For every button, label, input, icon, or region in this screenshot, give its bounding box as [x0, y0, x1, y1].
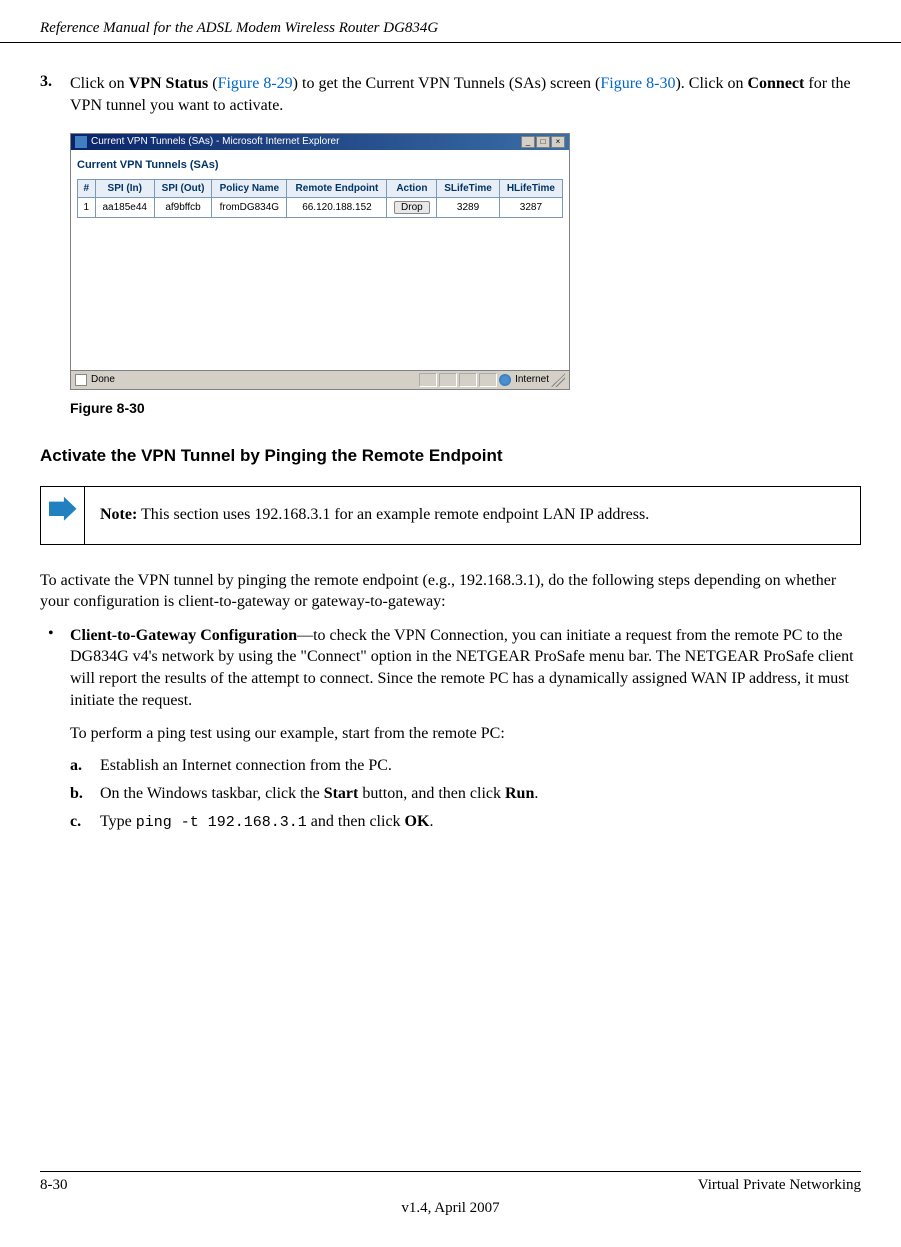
ping-command: ping -t 192.168.3.1 [136, 814, 307, 831]
substep-b: b. On the Windows taskbar, click the Sta… [70, 785, 861, 803]
col-policy: Policy Name [212, 179, 287, 197]
status-segment [439, 373, 457, 387]
body-paragraph: To activate the VPN tunnel by pinging th… [40, 570, 861, 613]
bullet-mark: • [40, 625, 70, 711]
status-done: Done [91, 374, 115, 385]
cell-spi-in: aa185e44 [95, 197, 154, 217]
table-row: 1 aa185e44 af9bffcb fromDG834G 66.120.18… [78, 197, 563, 217]
drop-button[interactable]: Drop [394, 201, 430, 214]
col-spi-out: SPI (Out) [154, 179, 211, 197]
step-3: 3. Click on VPN Status (Figure 8-29) to … [40, 73, 861, 118]
note-icon-cell [41, 487, 85, 544]
globe-icon [499, 374, 511, 386]
status-segment [459, 373, 477, 387]
config-label: Client-to-Gateway Configuration [70, 627, 297, 644]
figure-8-30-link[interactable]: Figure 8-30 [600, 75, 675, 92]
page-icon [75, 374, 87, 386]
start-label: Start [324, 785, 359, 802]
maximize-button[interactable]: □ [536, 136, 550, 148]
substep-text: On the Windows taskbar, click the Start … [100, 785, 538, 803]
status-segment [419, 373, 437, 387]
substep-label: a. [70, 757, 100, 775]
ie-window: Current VPN Tunnels (SAs) - Microsoft In… [70, 133, 570, 390]
substep-text: Establish an Internet connection from th… [100, 757, 392, 775]
figure-caption: Figure 8-30 [70, 400, 861, 416]
cell-action: Drop [387, 197, 437, 217]
col-spi-in: SPI (In) [95, 179, 154, 197]
sub-paragraph: To perform a ping test using our example… [70, 723, 861, 745]
page-footer: 8-30 Virtual Private Networking v1.4, Ap… [40, 1171, 861, 1217]
note-text: Note: This section uses 192.168.3.1 for … [85, 487, 664, 544]
page-content: 3. Click on VPN Status (Figure 8-29) to … [0, 43, 901, 831]
minimize-button[interactable]: _ [521, 136, 535, 148]
table-header-row: # SPI (In) SPI (Out) Policy Name Remote … [78, 179, 563, 197]
cell-hlife: 3287 [499, 197, 562, 217]
substep-text: Type ping -t 192.168.3.1 and then click … [100, 813, 433, 831]
status-segment [479, 373, 497, 387]
vpn-tunnels-table: # SPI (In) SPI (Out) Policy Name Remote … [77, 179, 563, 218]
step-text: Click on VPN Status (Figure 8-29) to get… [70, 73, 861, 118]
window-title: Current VPN Tunnels (SAs) - Microsoft In… [91, 136, 339, 147]
col-action: Action [387, 179, 437, 197]
section-heading: Activate the VPN Tunnel by Pinging the R… [40, 446, 861, 466]
cell-num: 1 [78, 197, 96, 217]
status-internet: Internet [515, 374, 549, 385]
section-name: Virtual Private Networking [698, 1177, 861, 1194]
cell-endpoint: 66.120.188.152 [287, 197, 387, 217]
ie-icon [75, 136, 87, 148]
ok-label: OK [405, 813, 430, 830]
cell-spi-out: af9bffcb [154, 197, 211, 217]
col-endpoint: Remote Endpoint [287, 179, 387, 197]
page-number: 8-30 [40, 1177, 68, 1194]
note-label: Note: [100, 506, 137, 523]
cell-slife: 3289 [437, 197, 500, 217]
figure-8-29-link[interactable]: Figure 8-29 [218, 75, 293, 92]
cell-policy: fromDG834G [212, 197, 287, 217]
arrow-icon [49, 497, 77, 521]
version-text: v1.4, April 2007 [40, 1200, 861, 1217]
figure-8-30-image: Current VPN Tunnels (SAs) - Microsoft In… [70, 133, 861, 390]
bullet-text: Client-to-Gateway Configuration—to check… [70, 625, 861, 711]
ie-statusbar: Done Internet [71, 370, 569, 389]
page-header: Reference Manual for the ADSL Modem Wire… [0, 0, 901, 43]
ie-titlebar: Current VPN Tunnels (SAs) - Microsoft In… [71, 134, 569, 150]
body-title: Current VPN Tunnels (SAs) [77, 156, 563, 179]
run-label: Run [505, 785, 534, 802]
col-num: # [78, 179, 96, 197]
resize-grip[interactable] [551, 373, 565, 387]
step-number: 3. [40, 73, 70, 118]
substep-label: c. [70, 813, 100, 831]
header-title: Reference Manual for the ADSL Modem Wire… [40, 20, 438, 36]
col-slife: SLifeTime [437, 179, 500, 197]
substep-label: b. [70, 785, 100, 803]
connect-label: Connect [747, 75, 804, 92]
note-box: Note: This section uses 192.168.3.1 for … [40, 486, 861, 545]
col-hlife: HLifeTime [499, 179, 562, 197]
close-button[interactable]: × [551, 136, 565, 148]
substep-c: c. Type ping -t 192.168.3.1 and then cli… [70, 813, 861, 831]
vpn-status-label: VPN Status [129, 75, 209, 92]
window-buttons: _ □ × [521, 136, 565, 148]
ie-body: Current VPN Tunnels (SAs) # SPI (In) SPI… [71, 150, 569, 370]
substep-a: a. Establish an Internet connection from… [70, 757, 861, 775]
bullet-item: • Client-to-Gateway Configuration—to che… [40, 625, 861, 711]
